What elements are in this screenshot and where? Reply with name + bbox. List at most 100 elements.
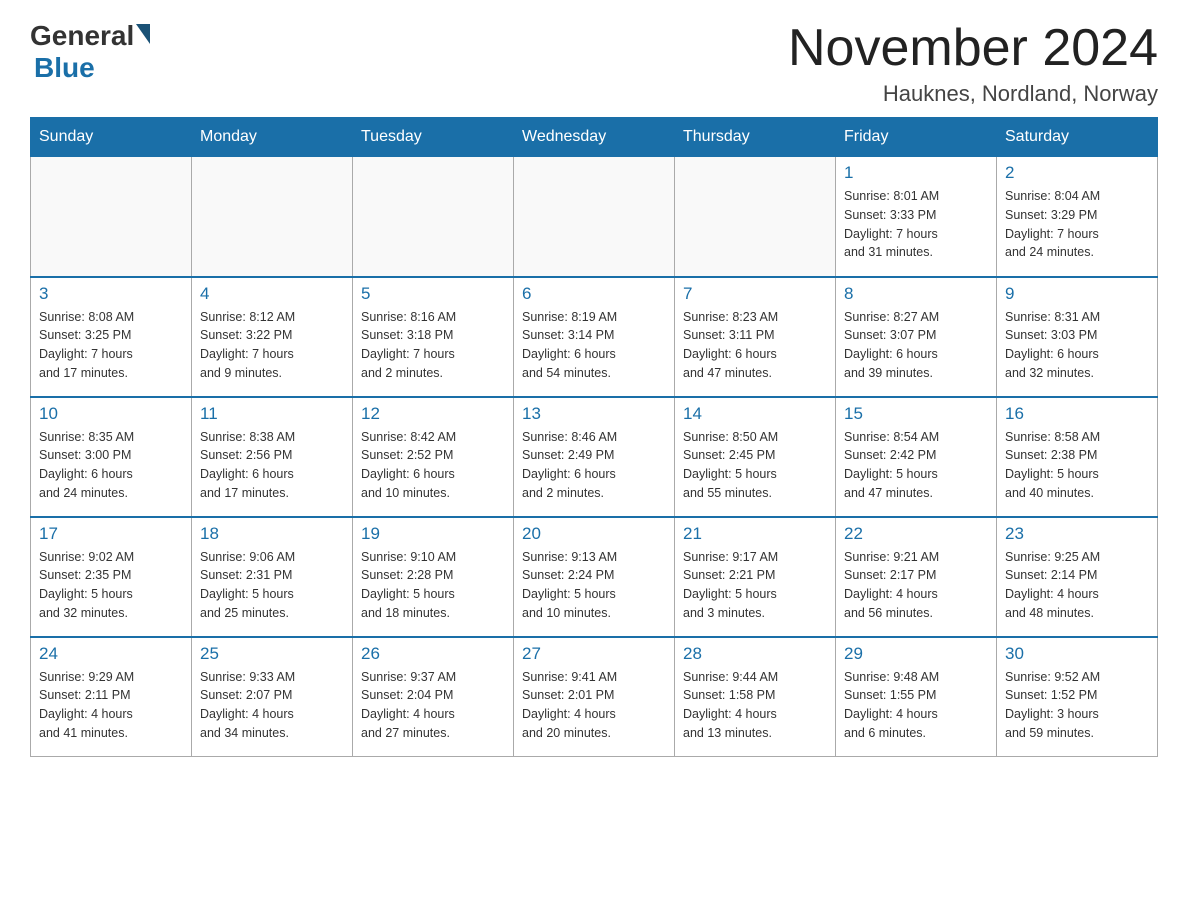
calendar-cell: 2 Sunrise: 8:04 AMSunset: 3:29 PMDaylight… <box>997 157 1158 277</box>
weekday-header-monday: Monday <box>192 118 353 157</box>
day-info: Sunrise: 9:13 AMSunset: 2:24 PMDaylight:… <box>522 548 666 623</box>
calendar-cell: 16Sunrise: 8:58 AMSunset: 2:38 PMDayligh… <box>997 397 1158 517</box>
calendar-week-3: 10 Sunrise: 8:35 AMSunset: 3:00 PMDayligh… <box>31 397 1158 517</box>
calendar-cell: 13Sunrise: 8:46 AMSunset: 2:49 PMDayligh… <box>514 397 675 517</box>
day-number: 17 <box>39 524 183 544</box>
day-number: 23 <box>1005 524 1149 544</box>
calendar-cell: 12 Sunrise: 8:42 AMSunset: 2:52 PMDayligh… <box>353 397 514 517</box>
calendar-header-row: SundayMondayTuesdayWednesdayThursdayFrid… <box>31 118 1158 157</box>
calendar-cell: 28 Sunrise: 9:44 AMSunset: 1:58 PMDayligh… <box>675 637 836 757</box>
logo-triangle-icon <box>136 24 150 44</box>
calendar-cell: 23Sunrise: 9:25 AMSunset: 2:14 PMDayligh… <box>997 517 1158 637</box>
calendar-week-2: 3 Sunrise: 8:08 AMSunset: 3:25 PMDaylight… <box>31 277 1158 397</box>
day-info: Sunrise: 8:16 AMSunset: 3:18 PMDaylight:… <box>361 308 505 383</box>
day-info: Sunrise: 8:31 AMSunset: 3:03 PMDaylight:… <box>1005 308 1149 383</box>
calendar-cell: 19 Sunrise: 9:10 AMSunset: 2:28 PMDayligh… <box>353 517 514 637</box>
calendar-cell: 29Sunrise: 9:48 AMSunset: 1:55 PMDayligh… <box>836 637 997 757</box>
calendar-cell: 25Sunrise: 9:33 AMSunset: 2:07 PMDayligh… <box>192 637 353 757</box>
day-info: Sunrise: 9:06 AMSunset: 2:31 PMDaylight:… <box>200 548 344 623</box>
day-number: 4 <box>200 284 344 304</box>
day-info: Sunrise: 9:41 AMSunset: 2:01 PMDaylight:… <box>522 668 666 743</box>
day-number: 3 <box>39 284 183 304</box>
day-number: 1 <box>844 163 988 183</box>
day-info: Sunrise: 8:08 AMSunset: 3:25 PMDaylight:… <box>39 308 183 383</box>
logo-blue-text: Blue <box>34 52 95 83</box>
calendar-cell: 4 Sunrise: 8:12 AMSunset: 3:22 PMDaylight… <box>192 277 353 397</box>
day-number: 19 <box>361 524 505 544</box>
page-header: General Blue November 2024 Hauknes, Nord… <box>30 20 1158 107</box>
calendar-cell: 8Sunrise: 8:27 AMSunset: 3:07 PMDaylight… <box>836 277 997 397</box>
weekday-header-friday: Friday <box>836 118 997 157</box>
calendar-cell <box>353 157 514 277</box>
day-info: Sunrise: 9:10 AMSunset: 2:28 PMDaylight:… <box>361 548 505 623</box>
calendar-cell: 17 Sunrise: 9:02 AMSunset: 2:35 PMDayligh… <box>31 517 192 637</box>
day-number: 15 <box>844 404 988 424</box>
calendar-cell: 7 Sunrise: 8:23 AMSunset: 3:11 PMDaylight… <box>675 277 836 397</box>
day-info: Sunrise: 8:04 AMSunset: 3:29 PMDaylight:… <box>1005 187 1149 262</box>
calendar-cell: 14 Sunrise: 8:50 AMSunset: 2:45 PMDayligh… <box>675 397 836 517</box>
day-number: 26 <box>361 644 505 664</box>
calendar-week-4: 17 Sunrise: 9:02 AMSunset: 2:35 PMDayligh… <box>31 517 1158 637</box>
weekday-header-thursday: Thursday <box>675 118 836 157</box>
calendar-cell: 1 Sunrise: 8:01 AMSunset: 3:33 PMDaylight… <box>836 157 997 277</box>
day-number: 14 <box>683 404 827 424</box>
day-info: Sunrise: 8:54 AMSunset: 2:42 PMDaylight:… <box>844 428 988 503</box>
day-number: 24 <box>39 644 183 664</box>
calendar-cell: 21 Sunrise: 9:17 AMSunset: 2:21 PMDayligh… <box>675 517 836 637</box>
day-info: Sunrise: 8:19 AMSunset: 3:14 PMDaylight:… <box>522 308 666 383</box>
logo: General Blue <box>30 20 150 84</box>
calendar-cell: 9Sunrise: 8:31 AMSunset: 3:03 PMDaylight… <box>997 277 1158 397</box>
weekday-header-sunday: Sunday <box>31 118 192 157</box>
day-info: Sunrise: 8:38 AMSunset: 2:56 PMDaylight:… <box>200 428 344 503</box>
calendar-cell: 5Sunrise: 8:16 AMSunset: 3:18 PMDaylight… <box>353 277 514 397</box>
day-number: 13 <box>522 404 666 424</box>
calendar-cell: 24Sunrise: 9:29 AMSunset: 2:11 PMDayligh… <box>31 637 192 757</box>
day-number: 18 <box>200 524 344 544</box>
calendar-cell: 10 Sunrise: 8:35 AMSunset: 3:00 PMDayligh… <box>31 397 192 517</box>
calendar-cell: 30 Sunrise: 9:52 AMSunset: 1:52 PMDayligh… <box>997 637 1158 757</box>
calendar-cell <box>514 157 675 277</box>
day-number: 20 <box>522 524 666 544</box>
calendar-table: SundayMondayTuesdayWednesdayThursdayFrid… <box>30 117 1158 757</box>
calendar-cell: 15 Sunrise: 8:54 AMSunset: 2:42 PMDayligh… <box>836 397 997 517</box>
day-info: Sunrise: 9:44 AMSunset: 1:58 PMDaylight:… <box>683 668 827 743</box>
calendar-cell: 27 Sunrise: 9:41 AMSunset: 2:01 PMDayligh… <box>514 637 675 757</box>
logo-general-text: General <box>30 20 134 52</box>
calendar-cell: 18 Sunrise: 9:06 AMSunset: 2:31 PMDayligh… <box>192 517 353 637</box>
day-number: 6 <box>522 284 666 304</box>
title-area: November 2024 Hauknes, Nordland, Norway <box>788 20 1158 107</box>
weekday-header-saturday: Saturday <box>997 118 1158 157</box>
calendar-week-5: 24Sunrise: 9:29 AMSunset: 2:11 PMDayligh… <box>31 637 1158 757</box>
day-number: 7 <box>683 284 827 304</box>
calendar-cell: 20 Sunrise: 9:13 AMSunset: 2:24 PMDayligh… <box>514 517 675 637</box>
day-number: 12 <box>361 404 505 424</box>
location-title: Hauknes, Nordland, Norway <box>788 81 1158 107</box>
calendar-cell <box>31 157 192 277</box>
day-info: Sunrise: 8:42 AMSunset: 2:52 PMDaylight:… <box>361 428 505 503</box>
weekday-header-tuesday: Tuesday <box>353 118 514 157</box>
day-number: 27 <box>522 644 666 664</box>
day-number: 21 <box>683 524 827 544</box>
day-number: 11 <box>200 404 344 424</box>
day-number: 25 <box>200 644 344 664</box>
day-number: 2 <box>1005 163 1149 183</box>
day-info: Sunrise: 8:12 AMSunset: 3:22 PMDaylight:… <box>200 308 344 383</box>
day-info: Sunrise: 9:17 AMSunset: 2:21 PMDaylight:… <box>683 548 827 623</box>
day-number: 29 <box>844 644 988 664</box>
day-info: Sunrise: 9:37 AMSunset: 2:04 PMDaylight:… <box>361 668 505 743</box>
day-info: Sunrise: 8:50 AMSunset: 2:45 PMDaylight:… <box>683 428 827 503</box>
day-number: 28 <box>683 644 827 664</box>
day-info: Sunrise: 9:21 AMSunset: 2:17 PMDaylight:… <box>844 548 988 623</box>
calendar-cell <box>675 157 836 277</box>
calendar-cell: 26 Sunrise: 9:37 AMSunset: 2:04 PMDayligh… <box>353 637 514 757</box>
day-number: 10 <box>39 404 183 424</box>
day-info: Sunrise: 9:52 AMSunset: 1:52 PMDaylight:… <box>1005 668 1149 743</box>
day-info: Sunrise: 8:23 AMSunset: 3:11 PMDaylight:… <box>683 308 827 383</box>
day-info: Sunrise: 8:01 AMSunset: 3:33 PMDaylight:… <box>844 187 988 262</box>
calendar-cell: 22Sunrise: 9:21 AMSunset: 2:17 PMDayligh… <box>836 517 997 637</box>
day-info: Sunrise: 9:02 AMSunset: 2:35 PMDaylight:… <box>39 548 183 623</box>
day-number: 30 <box>1005 644 1149 664</box>
month-title: November 2024 <box>788 20 1158 77</box>
day-info: Sunrise: 8:35 AMSunset: 3:00 PMDaylight:… <box>39 428 183 503</box>
calendar-week-1: 1 Sunrise: 8:01 AMSunset: 3:33 PMDaylight… <box>31 157 1158 277</box>
